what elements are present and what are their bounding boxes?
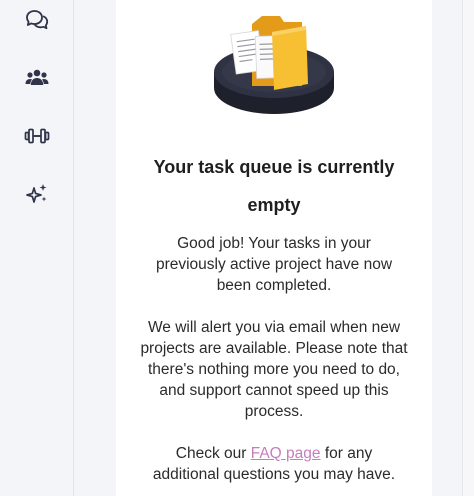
faq-message: Check our FAQ page for any additional qu… (116, 443, 432, 485)
sidebar-nav (0, 0, 74, 496)
app-window: Your task queue is currently empty Good … (0, 0, 474, 496)
nav-item-chat[interactable] (23, 6, 51, 34)
page-scrollbar[interactable] (462, 0, 474, 496)
dumbbell-icon (24, 128, 50, 144)
faq-link[interactable]: FAQ page (251, 445, 321, 462)
nav-item-training[interactable] (23, 122, 51, 150)
faq-prefix: Check our (175, 445, 251, 462)
empty-state-title: Your task queue is currently empty (153, 157, 395, 215)
right-gutter (432, 0, 462, 496)
sparkles-icon (26, 184, 47, 203)
email-alert-message: We will alert you via email when new pro… (140, 319, 408, 420)
team-icon (25, 69, 49, 85)
left-gutter (75, 0, 116, 496)
chat-bubbles-icon (26, 10, 49, 30)
nav-item-sparkles[interactable] (23, 180, 51, 208)
completion-message: Good job! Your tasks in your previously … (155, 235, 393, 294)
empty-folder-illustration (210, 2, 370, 120)
nav-item-team[interactable] (23, 64, 51, 92)
